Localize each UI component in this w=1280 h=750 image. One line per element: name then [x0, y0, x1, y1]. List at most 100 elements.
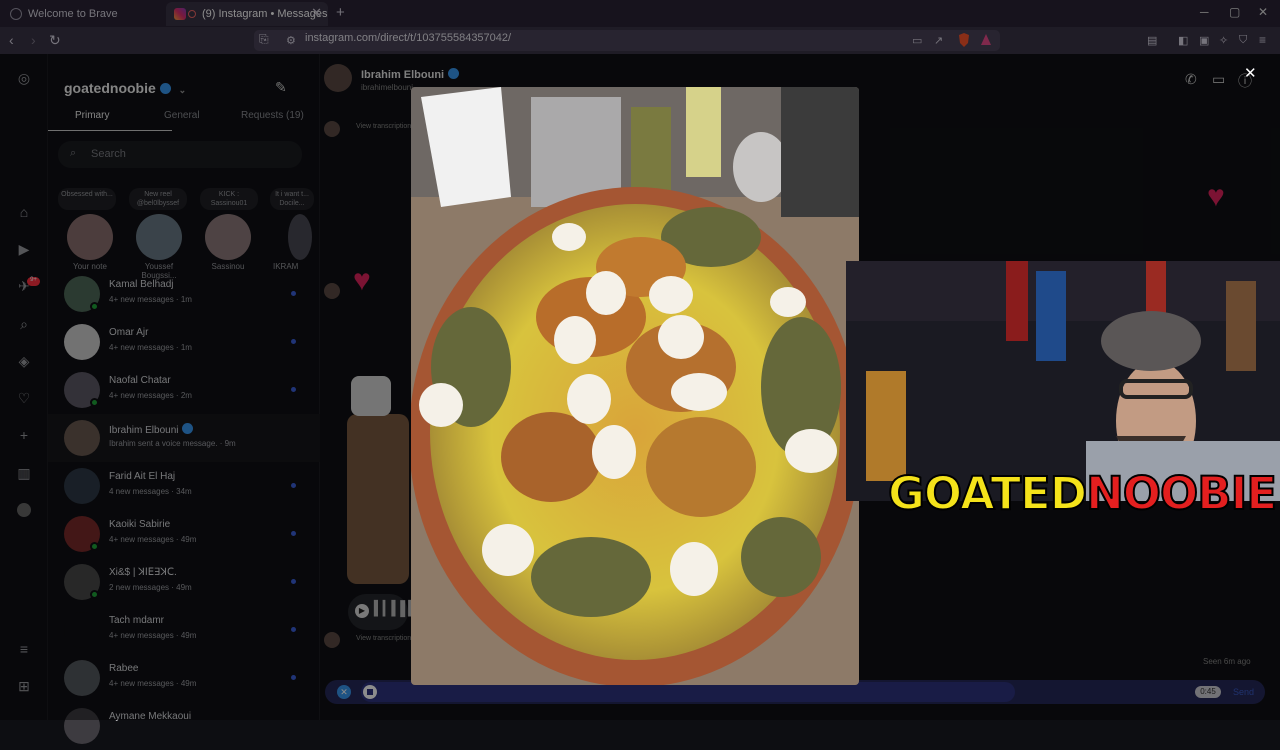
thread-row[interactable]: Naofal Chatar 4+ new messages · 2m — [48, 366, 320, 414]
browser-toolbar: ‹ › ↻ ⎘ ⚙ ▭ ↗ ▤ ◧ ▣ ✧ ⛉ ≡ — [0, 27, 1280, 54]
seen-status: Seen 6m ago — [1203, 657, 1251, 666]
profile-avatar[interactable] — [17, 503, 31, 517]
close-window-icon[interactable]: ✕ — [1258, 5, 1268, 19]
transcript-link[interactable]: View transcription — [356, 635, 411, 642]
bookmark-icon[interactable]: ⎘ — [259, 32, 269, 47]
reload-icon[interactable]: ↻ — [49, 32, 61, 49]
share-icon[interactable]: ↗ — [934, 34, 943, 47]
search-icon[interactable]: ⌕ — [16, 316, 32, 332]
vpn-icon[interactable]: ⛉ — [1239, 34, 1247, 47]
avatar — [64, 612, 100, 648]
thread-row[interactable]: Rabee 4+ new messages · 49m — [48, 654, 320, 702]
more-menu-icon[interactable]: ≡ — [16, 641, 32, 657]
thread-row[interactable]: Tach mdamr 4+ new messages · 49m — [48, 606, 320, 654]
account-switcher[interactable]: goatednoobie ⌄ — [64, 80, 186, 96]
close-viewer-icon[interactable]: ✕ — [1244, 64, 1257, 82]
thread-name: Kaoiki Sabirie — [109, 519, 171, 530]
explore-icon[interactable]: ◈ — [16, 353, 32, 369]
instagram-nav-rail: ◎ ⌂ ▶ ✈ 9+ ⌕ ◈ ♡ + ▥ ≡ ⊞ — [0, 54, 48, 720]
thread-row[interactable]: Xi&$ | ꓘꓲꓰꓱꓘꓚ. 2 new messages · 49m — [48, 558, 320, 606]
thread-preview: 4 new messages · 34m — [109, 487, 192, 496]
reader-icon[interactable]: ▤ — [1147, 34, 1157, 47]
send-button[interactable]: Send — [1233, 687, 1254, 697]
new-tab-button[interactable]: + — [336, 4, 345, 21]
home-icon[interactable]: ⌂ — [16, 204, 32, 220]
tab-requests[interactable]: Requests (19) — [241, 110, 304, 121]
thread-row-selected[interactable]: Ibrahim Elbouni Ibrahim sent a voice mes… — [48, 414, 320, 462]
tab-general[interactable]: General — [164, 110, 200, 121]
reels-icon[interactable]: ▶ — [16, 241, 32, 257]
thread-row[interactable]: Aymane Mekkaoui — [48, 702, 320, 750]
tab-instagram[interactable]: (9) Instagram • Messages ✕ — [166, 2, 328, 26]
contact-handle: ibrahimelbouni — [361, 83, 414, 92]
instagram-logo-icon[interactable]: ◎ — [16, 70, 32, 86]
video-call-icon[interactable]: ▭ — [1212, 71, 1225, 88]
notifications-icon[interactable]: ♡ — [16, 390, 32, 406]
webcam-overlay — [846, 261, 1280, 501]
thread-row[interactable]: Kamal Belhadj 4+ new messages · 1m — [48, 270, 320, 318]
unread-dot — [291, 387, 296, 392]
thread-name: Xi&$ | ꓘꓲꓰꓱꓘꓚ. — [109, 567, 177, 578]
thread-name: Farid Ait El Haj — [109, 471, 176, 482]
audio-call-icon[interactable]: ✆ — [1185, 71, 1197, 88]
minimize-icon[interactable]: ─ — [1200, 5, 1209, 19]
image-message-thumbnail[interactable] — [347, 414, 409, 584]
online-indicator — [90, 398, 99, 407]
voice-message[interactable]: ▶ ▍▎▍▌▍▎ — [348, 594, 428, 630]
note-bubble[interactable]: It i want t... Docile... — [270, 188, 314, 210]
thread-preview: 4+ new messages · 1m — [109, 295, 192, 304]
avatar — [64, 708, 100, 744]
tab-primary[interactable]: Primary — [75, 110, 109, 121]
sidebar-icon[interactable]: ◧ — [1178, 34, 1188, 47]
image-message-thumbnail[interactable] — [351, 376, 391, 416]
brave-shields-icon[interactable] — [958, 33, 970, 47]
search-input[interactable]: Search — [58, 141, 302, 168]
thread-preview: 4+ new messages · 49m — [109, 631, 197, 640]
heart-reaction-icon: ♥ — [1207, 180, 1225, 213]
food-photo — [411, 87, 859, 685]
forward-icon[interactable]: › — [31, 32, 36, 48]
stop-recording-button[interactable] — [363, 685, 377, 699]
note-bubble[interactable]: New reel @bel0lbyssef — [129, 188, 187, 210]
contact-name[interactable]: Ibrahim Elbouni — [361, 68, 460, 81]
thread-row[interactable]: Omar Ajr 4+ new messages · 1m — [48, 318, 320, 366]
wallet-icon[interactable]: ▣ — [1199, 34, 1209, 47]
note-bubble[interactable]: Obsessed with... — [58, 188, 116, 210]
thread-preview: 2 new messages · 49m — [109, 583, 192, 592]
back-icon[interactable]: ‹ — [9, 32, 14, 48]
menu-icon[interactable]: ≡ — [1259, 33, 1266, 47]
dashboard-icon[interactable]: ▥ — [16, 465, 32, 481]
online-indicator — [90, 302, 99, 311]
unread-dot — [291, 531, 296, 536]
avatar[interactable] — [67, 214, 113, 260]
verified-icon — [159, 83, 171, 94]
recording-icon — [188, 10, 196, 18]
thread-name: Aymane Mekkaoui — [109, 711, 192, 722]
restore-icon[interactable]: ▢ — [1229, 5, 1240, 19]
thread-row[interactable]: Farid Ait El Haj 4 new messages · 34m — [48, 462, 320, 510]
brave-rewards-icon[interactable] — [980, 33, 992, 47]
note-bubble[interactable]: KICK : Sassinou01 — [200, 188, 258, 210]
thread-row[interactable]: Kaoiki Sabirie 4+ new messages · 49m — [48, 510, 320, 558]
site-info-icon[interactable]: ⚙ — [286, 34, 296, 47]
online-indicator — [90, 542, 99, 551]
play-icon[interactable]: ▶ — [355, 604, 369, 618]
unread-dot — [291, 627, 296, 632]
thread-preview: 4+ new messages · 49m — [109, 679, 197, 688]
avatar[interactable] — [136, 214, 182, 260]
cast-icon[interactable]: ▭ — [912, 34, 922, 47]
new-message-icon[interactable]: ✎ — [275, 79, 287, 96]
transcript-link[interactable]: View transcription — [356, 123, 411, 130]
avatar[interactable] — [288, 214, 312, 260]
tab-welcome[interactable]: Welcome to Brave — [2, 2, 164, 26]
avatar[interactable] — [205, 214, 251, 260]
cancel-recording-icon[interactable]: ✕ — [337, 685, 351, 699]
thread-name: Ibrahim Elbouni — [109, 423, 194, 436]
leo-icon[interactable]: ✧ — [1219, 34, 1228, 47]
close-tab-icon[interactable]: ✕ — [311, 5, 322, 21]
contact-avatar[interactable] — [324, 64, 352, 92]
avatar — [64, 660, 100, 696]
thread-preview: 4+ new messages · 1m — [109, 343, 192, 352]
apps-icon[interactable]: ⊞ — [16, 678, 32, 694]
create-icon[interactable]: + — [16, 427, 32, 443]
